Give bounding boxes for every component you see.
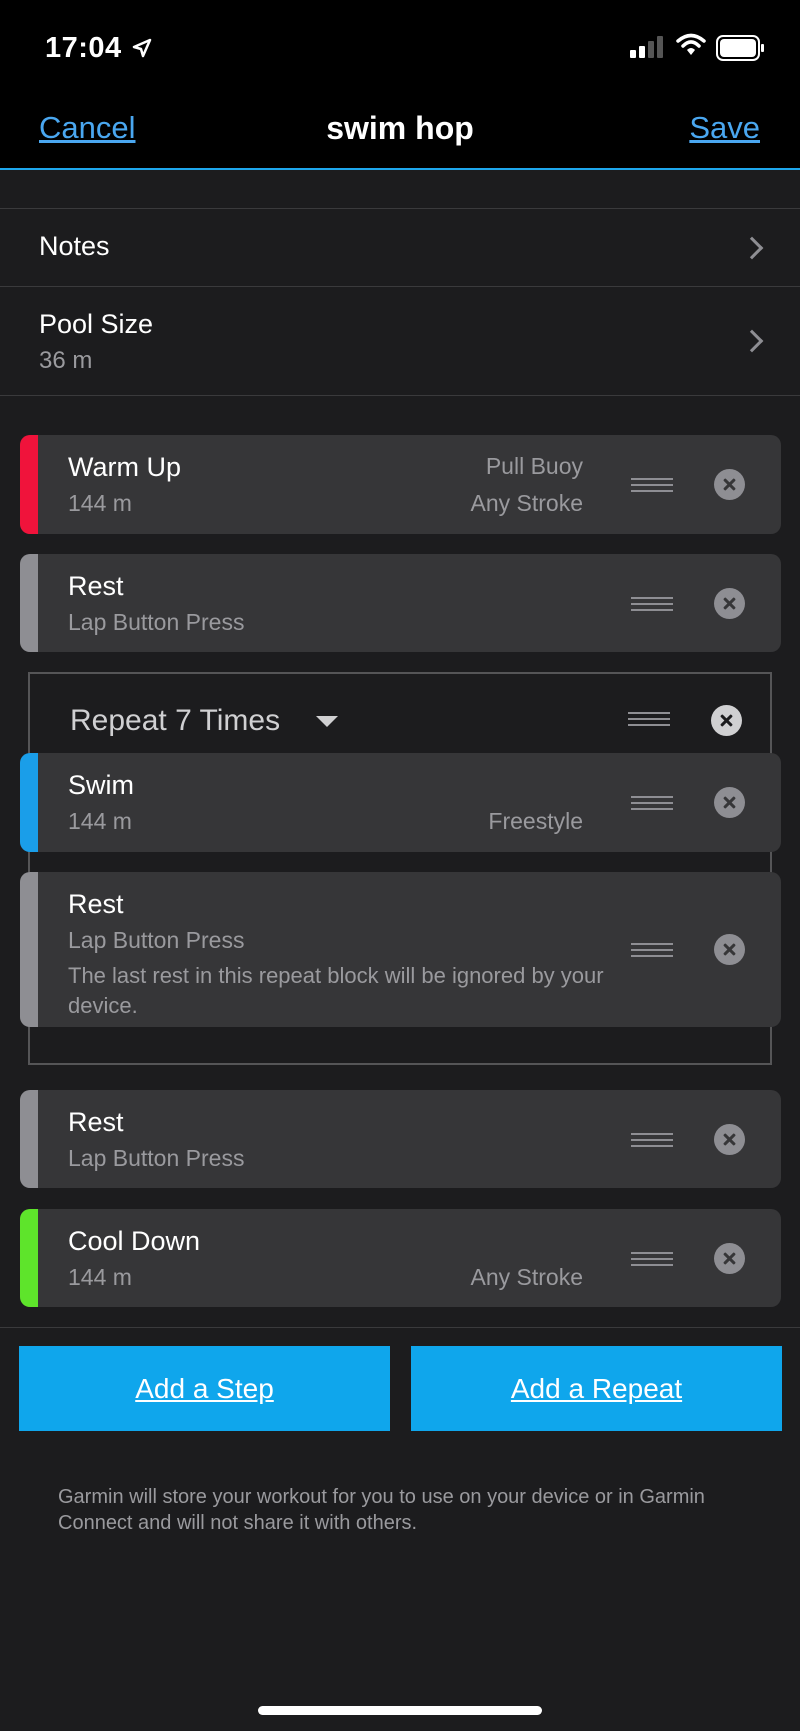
remove-step-button[interactable] — [714, 934, 745, 965]
step-distance: 144 m — [68, 490, 132, 516]
drag-handle-icon[interactable] — [631, 478, 673, 492]
chevron-right-icon — [740, 236, 764, 260]
drag-handle-icon[interactable] — [631, 597, 673, 611]
status-bar: 17:04 — [0, 0, 800, 100]
step-card-rest-repeat[interactable]: Rest Lap Button Press The last rest in t… — [20, 872, 781, 1027]
remove-step-button[interactable] — [714, 1243, 745, 1274]
caret-down-icon[interactable] — [316, 716, 338, 727]
step-distance: 144 m — [68, 808, 132, 834]
drag-handle-icon[interactable] — [631, 796, 673, 810]
pool-size-value: 36 m — [39, 347, 93, 374]
step-title: Warm Up — [68, 452, 181, 482]
step-stroke: Any Stroke — [470, 1264, 584, 1290]
remove-step-button[interactable] — [714, 469, 745, 500]
location-arrow-icon — [132, 38, 152, 58]
step-title: Rest — [68, 571, 124, 601]
battery-icon — [716, 35, 764, 61]
step-card-rest[interactable]: Rest Lap Button Press — [20, 1090, 781, 1188]
status-time: 17:04 — [45, 32, 122, 64]
drag-handle-icon[interactable] — [631, 943, 673, 957]
step-title: Cool Down — [68, 1226, 201, 1256]
save-button[interactable]: Save — [689, 110, 760, 146]
pool-size-label: Pool Size — [39, 309, 154, 339]
step-title: Rest — [68, 889, 124, 919]
remove-step-button[interactable] — [714, 588, 745, 619]
drag-handle-icon[interactable] — [631, 1252, 673, 1266]
drag-handle-icon[interactable] — [628, 712, 670, 726]
notes-label: Notes — [39, 231, 110, 261]
step-detail: Lap Button Press — [68, 609, 245, 635]
drag-handle-icon[interactable] — [631, 1133, 673, 1147]
wifi-icon — [676, 33, 706, 55]
step-detail: Lap Button Press — [68, 927, 245, 953]
step-note: The last rest in this repeat block will … — [68, 963, 604, 1018]
step-color-bar — [20, 1090, 38, 1188]
step-card-warm-up[interactable]: Warm Up 144 m Pull Buoy Any Stroke — [20, 435, 781, 534]
repeat-label[interactable]: Repeat 7 Times — [70, 704, 280, 738]
add-repeat-button[interactable]: Add a Repeat — [411, 1346, 782, 1431]
remove-step-button[interactable] — [714, 787, 745, 818]
signal-icon — [630, 36, 663, 58]
step-stroke: Freestyle — [488, 808, 583, 834]
step-color-bar — [20, 753, 38, 852]
step-color-bar — [20, 554, 38, 652]
step-title: Rest — [68, 1107, 124, 1137]
navigation-bar: Cancel swim hop Save — [0, 100, 800, 170]
add-step-button[interactable]: Add a Step — [19, 1346, 390, 1431]
step-color-bar — [20, 435, 38, 534]
step-card-cool-down[interactable]: Cool Down 144 m Any Stroke — [20, 1209, 781, 1307]
step-distance: 144 m — [68, 1264, 132, 1290]
step-title: Swim — [68, 770, 134, 800]
step-color-bar — [20, 872, 38, 1027]
home-indicator[interactable] — [258, 1706, 542, 1715]
step-color-bar — [20, 1209, 38, 1307]
step-card-rest[interactable]: Rest Lap Button Press — [20, 554, 781, 652]
step-stroke: Any Stroke — [470, 490, 584, 516]
pool-size-row[interactable]: Pool Size 36 m — [0, 286, 800, 396]
notes-row[interactable]: Notes — [0, 208, 800, 286]
chevron-right-icon — [740, 329, 764, 353]
step-equipment: Pull Buoy — [485, 453, 583, 479]
step-detail: Lap Button Press — [68, 1145, 245, 1171]
page-title: swim hop — [326, 110, 474, 146]
privacy-disclaimer: Garmin will store your workout for you t… — [58, 1486, 705, 1534]
step-card-swim[interactable]: Swim 144 m Freestyle — [20, 753, 781, 852]
remove-repeat-button[interactable] — [711, 705, 742, 736]
remove-step-button[interactable] — [714, 1124, 745, 1155]
divider — [0, 1327, 800, 1328]
